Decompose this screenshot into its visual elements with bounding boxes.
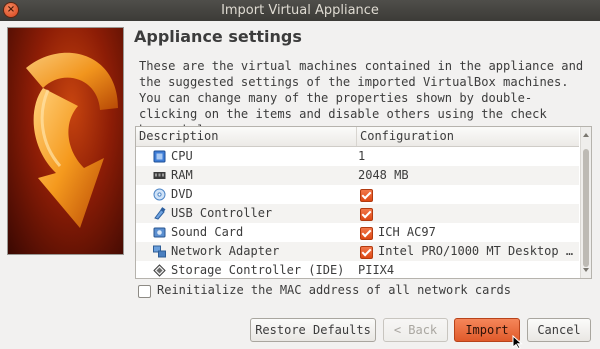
column-header-description[interactable]: Description: [139, 127, 352, 146]
page-title: Appliance settings: [134, 27, 302, 46]
tree-row-value[interactable]: Intel PRO/1000 MT Desktop …: [378, 242, 573, 261]
tree-row-value[interactable]: ICH AC97: [378, 223, 436, 242]
tree-row-value[interactable]: 1: [358, 147, 365, 166]
mouse-pointer-icon: [512, 335, 523, 349]
back-button[interactable]: < Back: [383, 318, 448, 342]
close-icon[interactable]: ×: [4, 3, 18, 17]
network-icon: [153, 245, 166, 258]
scroll-up-icon[interactable]: [583, 133, 589, 137]
usb-icon: [154, 207, 166, 220]
tree-row-dvd[interactable]: DVD: [136, 185, 579, 204]
ram-icon: [153, 172, 166, 179]
usb-controller-checkbox[interactable]: [360, 208, 373, 221]
tree-row-label: DVD: [171, 187, 193, 201]
tree-row-label: CPU: [171, 149, 193, 163]
dvd-icon: [153, 188, 166, 201]
window-titlebar: × Import Virtual Appliance: [0, 0, 600, 21]
restore-defaults-button[interactable]: Restore Defaults: [250, 318, 376, 342]
network-adapter-checkbox[interactable]: [360, 246, 373, 259]
appliance-illustration: [7, 27, 124, 255]
scroll-down-icon[interactable]: [583, 268, 589, 272]
window-title: Import Virtual Appliance: [221, 3, 379, 18]
cpu-icon: [153, 150, 166, 163]
tree-row-network-adapter[interactable]: Network Adapter Intel PRO/1000 MT Deskto…: [136, 242, 579, 261]
tree-row-value[interactable]: 2048 MB: [358, 166, 409, 185]
import-button[interactable]: Import: [454, 318, 520, 342]
tree-row-label: Sound Card: [171, 225, 244, 239]
import-arrow-icon: [26, 52, 118, 228]
scrollbar-thumb[interactable]: [583, 149, 589, 267]
vertical-scrollbar[interactable]: [580, 127, 591, 278]
column-header-configuration[interactable]: Configuration: [356, 127, 454, 146]
sound-icon: [153, 227, 166, 238]
tree-row-label: Storage Controller (IDE): [171, 263, 345, 277]
storage-icon: [153, 264, 166, 277]
sound-card-checkbox[interactable]: [360, 227, 373, 240]
tree-row-sound-card[interactable]: Sound Card ICH AC97: [136, 223, 579, 242]
appliance-settings-tree[interactable]: Description Configuration CPU 1 RAM 2048…: [135, 126, 592, 279]
reinitialize-mac-checkbox[interactable]: [138, 285, 151, 298]
reinitialize-mac-label[interactable]: Reinitialize the MAC address of all netw…: [157, 282, 511, 298]
tree-row-label: RAM: [171, 168, 193, 182]
tree-row-cpu[interactable]: CPU 1: [136, 147, 579, 166]
tree-row-label: Network Adapter: [171, 244, 280, 258]
cancel-button[interactable]: Cancel: [527, 318, 591, 342]
tree-row-usb-controller[interactable]: USB Controller: [136, 204, 579, 223]
tree-row-value[interactable]: PIIX4: [358, 261, 394, 278]
dvd-checkbox[interactable]: [360, 189, 373, 202]
tree-row-storage-controller[interactable]: Storage Controller (IDE) PIIX4: [136, 261, 579, 278]
tree-header: Description Configuration: [136, 127, 579, 147]
tree-row-ram[interactable]: RAM 2048 MB: [136, 166, 579, 185]
tree-row-label: USB Controller: [171, 206, 273, 220]
